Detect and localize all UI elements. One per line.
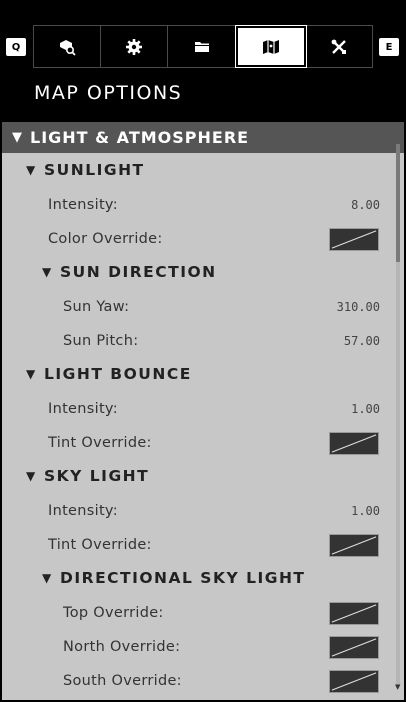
section-light-atmosphere[interactable]: ▼ LIGHT & ATMOSPHERE [2, 122, 404, 153]
tools-icon [331, 39, 346, 54]
sunlight-color-override-row[interactable]: Color Override: [2, 222, 392, 256]
south-override-row[interactable]: South Override: [2, 664, 392, 698]
property-label: South Override: [63, 673, 182, 689]
color-swatch[interactable] [329, 601, 379, 625]
sun-pitch-value[interactable]: 57.00 [344, 334, 380, 348]
property-label: Intensity: [48, 197, 118, 213]
group-title: SKY LIGHT [44, 467, 150, 485]
property-label: Sun Yaw: [63, 299, 130, 315]
group-sun-direction[interactable]: ▼ SUN DIRECTION [2, 255, 392, 289]
sunlight-intensity-row[interactable]: Intensity: 8.00 [2, 188, 392, 222]
scrollbar-thumb[interactable] [396, 144, 400, 262]
collapse-arrow-icon: ▼ [26, 469, 36, 483]
color-swatch[interactable] [329, 669, 379, 693]
north-override-row[interactable]: North Override: [2, 630, 392, 664]
tab-bar [33, 25, 373, 68]
property-label: Sun Pitch: [63, 333, 139, 349]
section-label: LIGHT & ATMOSPHERE [30, 128, 250, 147]
color-swatch[interactable] [329, 533, 379, 557]
top-override-row[interactable]: Top Override: [2, 596, 392, 630]
group-title: SUN DIRECTION [60, 263, 217, 281]
collapse-arrow-icon: ▼ [12, 130, 22, 145]
group-title: LIGHT BOUNCE [44, 365, 192, 383]
sun-pitch-row[interactable]: Sun Pitch: 57.00 [2, 324, 392, 358]
collapse-arrow-icon: ▼ [42, 571, 52, 585]
group-light-bounce[interactable]: ▼ LIGHT BOUNCE [2, 357, 392, 391]
sky-light-intensity-value[interactable]: 1.00 [351, 504, 380, 518]
color-swatch[interactable] [329, 227, 379, 251]
property-label: Tint Override: [48, 537, 152, 553]
group-title: SUNLIGHT [44, 161, 145, 179]
tab-files[interactable] [168, 26, 236, 67]
tab-tools[interactable] [306, 26, 372, 67]
color-swatch[interactable] [329, 635, 379, 659]
scroll-down-arrow-icon[interactable]: ▼ [395, 684, 401, 691]
tab-map-options[interactable] [234, 25, 307, 68]
page-title: MAP OPTIONS [34, 82, 183, 104]
property-label: North Override: [63, 639, 181, 655]
sunlight-intensity-value[interactable]: 8.00 [351, 198, 380, 212]
light-bounce-tint-override-row[interactable]: Tint Override: [2, 426, 392, 460]
property-label: Intensity: [48, 503, 118, 519]
top-bar: Q E MAP OPTIONS [0, 0, 406, 122]
light-bounce-intensity-value[interactable]: 1.00 [351, 402, 380, 416]
search-box-icon [60, 39, 76, 56]
collapse-arrow-icon: ▼ [26, 163, 36, 177]
tab-object-browser[interactable] [34, 26, 102, 67]
property-label: Top Override: [63, 605, 164, 621]
property-label: Color Override: [48, 231, 163, 247]
light-bounce-intensity-row[interactable]: Intensity: 1.00 [2, 392, 392, 426]
sun-yaw-row[interactable]: Sun Yaw: 310.00 [2, 290, 392, 324]
group-sky-light[interactable]: ▼ SKY LIGHT [2, 459, 392, 493]
sky-light-tint-override-row[interactable]: Tint Override: [2, 528, 392, 562]
sun-yaw-value[interactable]: 310.00 [337, 300, 380, 314]
tab-settings[interactable] [101, 26, 169, 67]
group-directional-sky-light[interactable]: ▼ DIRECTIONAL SKY LIGHT [2, 561, 392, 595]
group-title: DIRECTIONAL SKY LIGHT [60, 569, 306, 587]
folder-icon [194, 41, 209, 52]
collapse-arrow-icon: ▼ [42, 265, 52, 279]
property-label: Tint Override: [48, 435, 152, 451]
prev-tab-key-hint: Q [6, 38, 26, 56]
next-tab-key-hint: E [379, 38, 399, 56]
options-panel: ▼ LIGHT & ATMOSPHERE ▼ SUNLIGHT Intensit… [2, 122, 404, 700]
map-icon [262, 39, 279, 54]
sky-light-intensity-row[interactable]: Intensity: 1.00 [2, 494, 392, 528]
property-label: Intensity: [48, 401, 118, 417]
collapse-arrow-icon: ▼ [26, 367, 36, 381]
gear-icon [126, 38, 143, 55]
color-swatch[interactable] [329, 431, 379, 455]
group-sunlight[interactable]: ▼ SUNLIGHT [2, 153, 392, 187]
